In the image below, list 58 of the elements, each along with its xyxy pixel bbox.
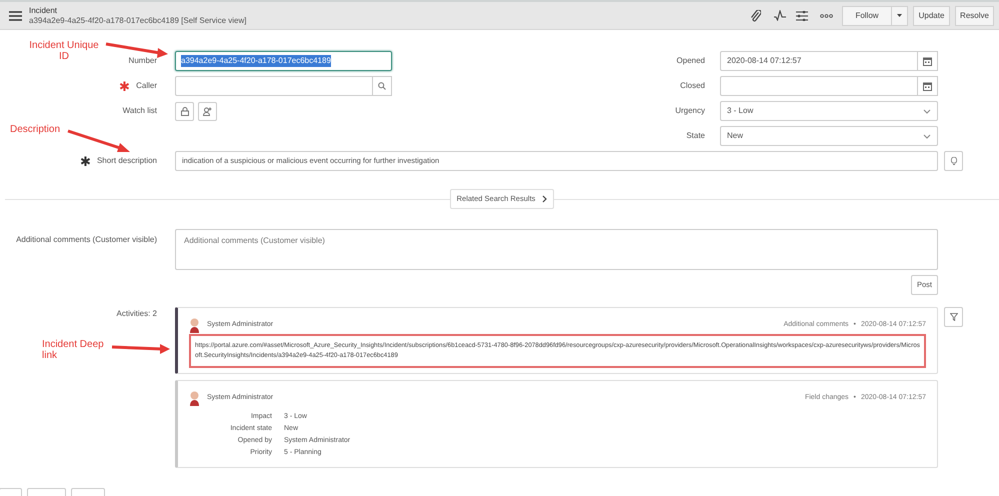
- follow-button[interactable]: Follow: [842, 6, 892, 26]
- field-label: Closed: [679, 80, 705, 92]
- search-icon: [378, 82, 386, 90]
- calendar-button[interactable]: [918, 51, 938, 71]
- annotation-arrow: [106, 42, 168, 58]
- required-mark: ✱: [119, 80, 130, 92]
- menu-button[interactable]: [9, 10, 22, 20]
- avatar-icon: [189, 318, 200, 332]
- menu-icon: [9, 10, 22, 20]
- field-label: State: [685, 130, 705, 142]
- select-field[interactable]: New: [720, 126, 938, 146]
- lock-button[interactable]: [175, 102, 194, 120]
- date-field[interactable]: 2020-08-14 07:12:57: [720, 51, 918, 71]
- update-button[interactable]: Update: [913, 6, 950, 26]
- field-label: Opened: [676, 55, 705, 67]
- field-label: Urgency: [674, 105, 705, 117]
- filter-icon: [950, 313, 958, 321]
- more-icon[interactable]: [820, 14, 833, 18]
- search-button[interactable]: [373, 76, 392, 96]
- lightbulb-button[interactable]: [944, 151, 963, 171]
- field-label: Additional comments (Customer visible): [15, 234, 157, 246]
- calendar-icon: [923, 82, 932, 90]
- add-user-icon: [203, 106, 212, 116]
- field-label: Short description: [96, 155, 157, 167]
- annotation-arrow: [112, 344, 170, 354]
- lock-icon: [180, 106, 188, 116]
- date-field[interactable]: [720, 76, 918, 96]
- pulse-icon[interactable]: [774, 10, 786, 21]
- annotation-label: Incident Deep link: [42, 339, 105, 361]
- record-subtitle: a394a2e9-4a25-4f20-a178-017ec6bc4189 [Self Service view]: [29, 16, 246, 26]
- record-title: Incident: [29, 6, 58, 16]
- field-value: a394a2e9-4a25-4f20-a178-017ec6bc4189: [181, 55, 331, 67]
- field-label: Watch list: [122, 105, 157, 117]
- paperclip-icon[interactable]: [751, 10, 761, 22]
- avatar-icon: [189, 390, 200, 406]
- sliders-icon[interactable]: [796, 10, 808, 20]
- lightbulb-icon: [950, 156, 956, 166]
- required-mark: ✱: [80, 154, 91, 168]
- calendar-icon: [923, 56, 932, 66]
- field-label: Number: [128, 55, 157, 67]
- follow-dropdown-button[interactable]: [892, 6, 908, 26]
- annotation-label: Description: [10, 124, 60, 135]
- chevron-down-icon: [923, 108, 931, 114]
- select-field[interactable]: 3 - Low: [720, 101, 938, 121]
- field-label: Caller: [136, 80, 157, 92]
- calendar-button[interactable]: [918, 76, 938, 96]
- chevron-down-icon: [923, 134, 931, 138]
- filter-button[interactable]: [944, 307, 963, 327]
- comments-field[interactable]: Additional comments (Customer visible): [175, 229, 938, 270]
- annotation-arrow: [68, 130, 130, 152]
- caller-field[interactable]: [175, 76, 373, 96]
- caret-icon: [897, 14, 902, 17]
- annotation-label: Incident Unique ID: [28, 40, 100, 62]
- activities-count: Activities: 2: [116, 308, 157, 320]
- resolve-button[interactable]: Resolve: [955, 6, 994, 26]
- number-field[interactable]: a394a2e9-4a25-4f20-a178-017ec6bc4189: [175, 51, 392, 71]
- add-user-button[interactable]: [198, 102, 217, 120]
- chevron-right-icon: [542, 195, 548, 203]
